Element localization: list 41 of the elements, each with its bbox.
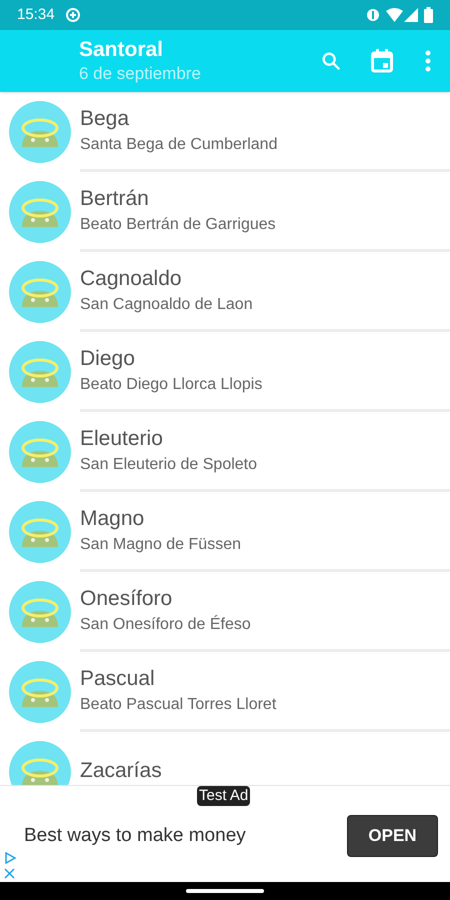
saint-name[interactable]: Diego	[80, 346, 135, 372]
saint-name[interactable]: Zacarías	[80, 758, 162, 784]
avatar-icon	[9, 661, 71, 723]
saint-full-name: San Cagnoaldo de Laon	[80, 294, 253, 314]
signal-icon	[404, 8, 418, 22]
date-subtitle: 6 de septiembre	[79, 63, 202, 85]
close-icon[interactable]	[4, 868, 15, 879]
avatar-icon	[9, 421, 71, 483]
saint-full-name: Beato Pascual Torres Lloret	[80, 694, 276, 714]
saint-full-name: San Magno de Füssen	[80, 534, 241, 554]
avatar-icon	[9, 181, 71, 243]
saint-name[interactable]: Cagnoaldo	[80, 266, 182, 292]
status-time: 15:34	[17, 4, 55, 25]
open-button[interactable]: OPEN	[347, 815, 438, 857]
avatar-icon	[9, 581, 71, 643]
app-title: Santoral	[79, 37, 164, 63]
battery-icon	[424, 7, 433, 23]
search-icon[interactable]	[320, 50, 342, 72]
saint-full-name: San Eleuterio de Spoleto	[80, 454, 258, 474]
ad-badge: Test Ad	[197, 786, 250, 806]
ad-headline[interactable]: Best ways to make money	[24, 822, 347, 850]
wifi-icon	[386, 8, 403, 22]
saint-name[interactable]: Bertrán	[80, 186, 149, 212]
saint-full-name: Beato Diego Llorca Llopis	[80, 374, 262, 394]
calendar-icon[interactable]	[371, 49, 393, 73]
avatar-icon	[9, 101, 71, 163]
ad-choices-icon[interactable]	[4, 852, 16, 864]
avatar-icon	[9, 501, 71, 563]
saint-name[interactable]: Bega	[80, 106, 130, 132]
saint-name[interactable]: Pascual	[80, 666, 155, 692]
saint-name[interactable]: Eleuterio	[80, 426, 163, 452]
saint-name[interactable]: Magno	[80, 506, 144, 532]
menu-icon[interactable]	[425, 50, 431, 72]
saint-name[interactable]: Onesíforo	[80, 586, 172, 612]
saint-full-name: Beato Bertrán de Garrigues	[80, 214, 276, 234]
saint-full-name: San Onesíforo de Éfeso	[80, 614, 251, 634]
home-indicator[interactable]	[186, 889, 264, 893]
notification-icon	[64, 7, 81, 23]
avatar-icon	[9, 261, 71, 323]
saint-full-name: Santa Bega de Cumberland	[80, 134, 278, 154]
avatar-icon	[9, 341, 71, 403]
